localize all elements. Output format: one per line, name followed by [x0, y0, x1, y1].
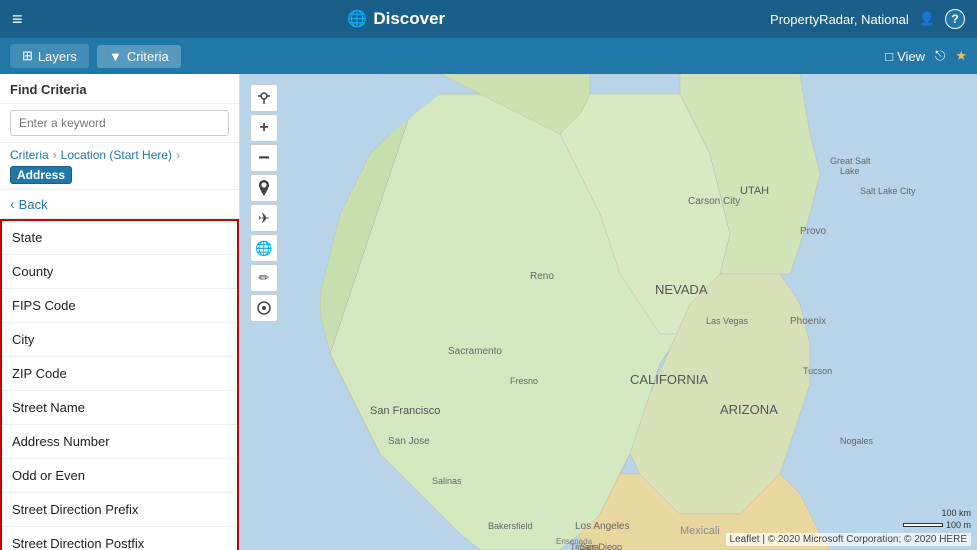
main-content: Find Criteria Criteria › Location (Start… — [0, 74, 977, 550]
map-area[interactable]: NEVADA CALIFORNIA UTAH ARIZONA San Franc… — [240, 74, 977, 550]
breadcrumb-criteria[interactable]: Criteria — [10, 148, 49, 162]
zoom-in-button[interactable]: + — [250, 114, 278, 142]
layer-settings-button[interactable] — [250, 294, 278, 322]
svg-text:UTAH: UTAH — [740, 185, 769, 197]
globe-button[interactable]: 🌐 — [250, 234, 278, 262]
svg-text:Lake: Lake — [840, 166, 860, 176]
second-bar-left: ⊞ Layers ▼ Criteria — [10, 44, 181, 68]
map-toolbar: + − ✈ 🌐 ✏ — [250, 84, 278, 322]
top-nav-left: ≡ — [12, 9, 23, 30]
criteria-list: StateCountyFIPS CodeCityZIP CodeStreet N… — [0, 219, 239, 550]
svg-text:NEVADA: NEVADA — [655, 282, 708, 297]
criteria-item[interactable]: ZIP Code — [2, 357, 237, 391]
breadcrumb: Criteria › Location (Start Here) › Addre… — [0, 143, 239, 190]
search-wrapper — [0, 104, 239, 143]
find-criteria-header: Find Criteria — [0, 74, 239, 104]
svg-text:Mexicali: Mexicali — [680, 525, 720, 537]
pencil-button[interactable]: ✏ — [250, 264, 278, 292]
svg-text:San Francisco: San Francisco — [370, 405, 440, 417]
top-nav-bar: ≡ 🌐 Discover PropertyRadar, National 👤 ? — [0, 0, 977, 38]
breadcrumb-address[interactable]: Address — [10, 166, 72, 184]
user-name: PropertyRadar, National — [770, 12, 909, 27]
svg-text:Sacramento: Sacramento — [448, 346, 502, 357]
layers-icon: ⊞ — [22, 48, 33, 64]
search-input[interactable] — [10, 110, 229, 136]
svg-text:Tucson: Tucson — [803, 366, 832, 376]
svg-text:Los Angeles: Los Angeles — [575, 521, 630, 532]
top-nav-right: PropertyRadar, National 👤 ? — [770, 9, 965, 29]
second-bar-right: □ View ⎋ ★ — [885, 48, 967, 64]
svg-text:ARIZONA: ARIZONA — [720, 402, 778, 417]
criteria-item[interactable]: Odd or Even — [2, 459, 237, 493]
svg-text:Salinas: Salinas — [432, 476, 462, 486]
globe-icon: 🌐 — [347, 9, 367, 29]
criteria-tab[interactable]: ▼ Criteria — [97, 45, 181, 68]
hamburger-icon[interactable]: ≡ — [12, 9, 23, 30]
back-chevron-icon: ‹ — [10, 196, 15, 212]
criteria-item[interactable]: Street Direction Prefix — [2, 493, 237, 527]
criteria-item[interactable]: County — [2, 255, 237, 289]
view-icon: □ — [885, 49, 893, 64]
svg-text:Great Salt: Great Salt — [830, 156, 871, 166]
svg-text:Fresno: Fresno — [510, 376, 538, 386]
star-icon[interactable]: ★ — [955, 48, 967, 64]
filter-icon: ▼ — [109, 49, 122, 64]
compass-button[interactable]: ✈ — [250, 204, 278, 232]
map-scale: 100 km 100 m — [903, 508, 971, 530]
svg-text:Carson City: Carson City — [688, 196, 740, 207]
view-button[interactable]: □ View — [885, 49, 925, 64]
layers-tab[interactable]: ⊞ Layers — [10, 44, 89, 68]
sidebar: Find Criteria Criteria › Location (Start… — [0, 74, 240, 550]
criteria-item[interactable]: Street Direction Postfix — [2, 527, 237, 550]
app-title: Discover — [373, 9, 445, 29]
app-title-area: 🌐 Discover — [347, 9, 445, 29]
svg-text:CALIFORNIA: CALIFORNIA — [630, 372, 708, 387]
svg-text:Provo: Provo — [800, 226, 827, 237]
second-bar: ⊞ Layers ▼ Criteria □ View ⎋ ★ — [0, 38, 977, 74]
zoom-out-button[interactable]: − — [250, 144, 278, 172]
breadcrumb-location[interactable]: Location (Start Here) — [61, 148, 172, 162]
map-svg: NEVADA CALIFORNIA UTAH ARIZONA San Franc… — [240, 74, 977, 550]
map-attribution: Leaflet | © 2020 Microsoft Corporation; … — [726, 533, 971, 546]
share-icon[interactable]: ⎋ — [935, 48, 945, 64]
criteria-item[interactable]: City — [2, 323, 237, 357]
criteria-item[interactable]: FIPS Code — [2, 289, 237, 323]
back-button[interactable]: ‹ Back — [0, 190, 239, 219]
svg-text:Nogales: Nogales — [840, 436, 874, 446]
svg-text:San Jose: San Jose — [388, 436, 430, 447]
pin-button[interactable] — [250, 174, 278, 202]
svg-text:Bakersfield: Bakersfield — [488, 521, 533, 531]
user-icon[interactable]: 👤 — [919, 11, 935, 27]
svg-text:Phoenix: Phoenix — [790, 316, 826, 327]
svg-text:Reno: Reno — [530, 271, 554, 282]
scale-km: 100 km — [941, 508, 971, 518]
svg-text:Ensenada: Ensenada — [556, 537, 593, 546]
locate-button[interactable] — [250, 84, 278, 112]
criteria-item[interactable]: Street Name — [2, 391, 237, 425]
svg-text:Salt Lake City: Salt Lake City — [860, 186, 916, 196]
criteria-item[interactable]: State — [2, 221, 237, 255]
help-icon[interactable]: ? — [945, 9, 965, 29]
criteria-item[interactable]: Address Number — [2, 425, 237, 459]
svg-text:Las Vegas: Las Vegas — [706, 316, 749, 326]
scale-m: 100 m — [946, 520, 971, 530]
